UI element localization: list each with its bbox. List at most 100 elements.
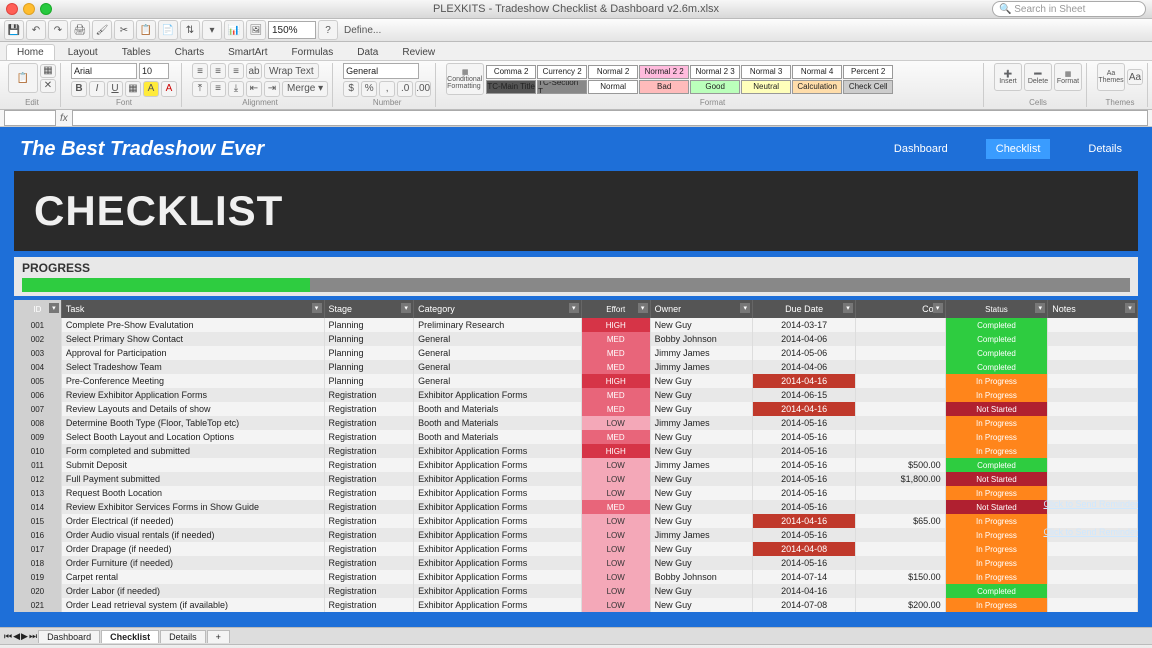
cell[interactable]: Review Layouts and Details of show <box>61 402 324 416</box>
cell[interactable] <box>855 542 945 556</box>
cell[interactable]: LOW <box>581 542 650 556</box>
cell[interactable]: Booth and Materials <box>414 416 582 430</box>
cell-style-swatch[interactable]: TC-Section T... <box>537 80 587 94</box>
cell[interactable]: New Guy <box>650 486 753 500</box>
filter-icon[interactable]: ▾ <box>202 20 222 40</box>
cell[interactable]: Approval for Participation <box>61 346 324 360</box>
cell[interactable]: Completed <box>945 360 1048 374</box>
cell[interactable]: Registration <box>324 430 414 444</box>
cell[interactable]: In Progress <box>945 430 1048 444</box>
number-format-input[interactable]: General <box>343 63 419 79</box>
cell[interactable]: Registration <box>324 486 414 500</box>
table-row[interactable]: 002Select Primary Show ContactPlanningGe… <box>14 332 1138 346</box>
nav-tab-dashboard[interactable]: Dashboard <box>884 139 958 159</box>
cell[interactable] <box>855 584 945 598</box>
cell[interactable]: 010 <box>14 444 61 458</box>
cell[interactable]: Preliminary Research <box>414 318 582 332</box>
cell[interactable]: Determine Booth Type (Floor, TableTop et… <box>61 416 324 430</box>
cell[interactable]: LOW <box>581 458 650 472</box>
cell[interactable]: In Progress <box>945 598 1048 612</box>
table-row[interactable]: 009Select Booth Layout and Location Opti… <box>14 430 1138 444</box>
conditional-formatting-button[interactable]: ▦Conditional Formatting <box>446 63 484 95</box>
cell[interactable]: Select Booth Layout and Location Options <box>61 430 324 444</box>
nav-tab-details[interactable]: Details <box>1078 139 1132 159</box>
cell[interactable]: Review Exhibitor Application Forms <box>61 388 324 402</box>
cell[interactable]: In Progress <box>945 374 1048 388</box>
column-header-notes[interactable]: Notes▾ <box>1048 300 1138 318</box>
table-row[interactable]: 014Review Exhibitor Services Forms in Sh… <box>14 500 1138 514</box>
sort-icon[interactable]: ⇅ <box>180 20 200 40</box>
table-row[interactable]: 017Order Drapage (if needed)Registration… <box>14 542 1138 556</box>
formula-input[interactable] <box>72 110 1148 126</box>
cell[interactable]: Jimmy James <box>650 360 753 374</box>
cell[interactable]: New Guy <box>650 318 753 332</box>
cell[interactable]: HIGH <box>581 318 650 332</box>
cell[interactable]: General <box>414 332 582 346</box>
column-header-cost[interactable]: Cost▾ <box>855 300 945 318</box>
cell[interactable]: Not Started <box>945 402 1048 416</box>
cell[interactable]: Booth and Materials <box>414 402 582 416</box>
cell[interactable]: New Guy <box>650 472 753 486</box>
cell[interactable]: Exhibitor Application Forms <box>414 556 582 570</box>
cell[interactable] <box>1048 318 1138 332</box>
cell[interactable]: 020 <box>14 584 61 598</box>
cell[interactable]: 2014-04-16 <box>753 514 856 528</box>
cell[interactable]: Registration <box>324 556 414 570</box>
cell[interactable]: Not Started <box>945 472 1048 486</box>
cell[interactable]: 021 <box>14 598 61 612</box>
cell[interactable]: $200.00 <box>855 598 945 612</box>
align-left-icon[interactable]: ≡ <box>192 63 208 79</box>
cell[interactable]: Jimmy James <box>650 458 753 472</box>
cell[interactable]: Submit Deposit <box>61 458 324 472</box>
underline-button[interactable]: U <box>107 81 123 97</box>
cell[interactable]: 019 <box>14 570 61 584</box>
cell[interactable] <box>855 360 945 374</box>
theme-colors-icon[interactable]: Aa <box>1127 69 1143 85</box>
table-row[interactable]: 016Order Audio visual rentals (if needed… <box>14 528 1138 542</box>
cell[interactable]: 015 <box>14 514 61 528</box>
redo-icon[interactable]: ↷ <box>48 20 68 40</box>
save-icon[interactable]: 💾 <box>4 20 24 40</box>
sheet-tab-checklist[interactable]: Checklist <box>101 630 159 643</box>
cell[interactable]: Order Lead retrieval system (if availabl… <box>61 598 324 612</box>
cell[interactable]: MED <box>581 430 650 444</box>
cell[interactable]: In Progress <box>945 514 1048 528</box>
cell[interactable]: Registration <box>324 472 414 486</box>
cell-style-swatch[interactable]: Normal 3 <box>741 65 791 79</box>
cell-style-swatch[interactable]: Normal 2 2 <box>639 65 689 79</box>
currency-icon[interactable]: $ <box>343 81 359 97</box>
cell[interactable] <box>1048 346 1138 360</box>
cell[interactable]: In Progress <box>945 542 1048 556</box>
font-size-input[interactable]: 10 <box>139 63 169 79</box>
format-button[interactable]: ▦Format <box>1054 63 1082 91</box>
dec-inc-icon[interactable]: .0 <box>397 81 413 97</box>
themes-button[interactable]: AaThemes <box>1097 63 1125 91</box>
cell[interactable]: Exhibitor Application Forms <box>414 570 582 584</box>
cell[interactable] <box>1048 584 1138 598</box>
cell[interactable]: Jimmy James <box>650 528 753 542</box>
cell[interactable]: 003 <box>14 346 61 360</box>
cell-style-swatch[interactable]: Neutral <box>741 80 791 94</box>
cell[interactable]: Planning <box>324 360 414 374</box>
cell[interactable]: 002 <box>14 332 61 346</box>
cell-style-swatch[interactable]: Comma 2 <box>486 65 536 79</box>
filter-dropdown-icon[interactable]: ▾ <box>933 303 943 313</box>
column-header-due-date[interactable]: Due Date▾ <box>753 300 856 318</box>
cell[interactable]: Form completed and submitted <box>61 444 324 458</box>
fill-icon[interactable]: ▦ <box>40 64 56 78</box>
zoom-input[interactable]: 150% <box>268 21 316 39</box>
table-row[interactable]: 006Review Exhibitor Application FormsReg… <box>14 388 1138 402</box>
table-row[interactable]: 021Order Lead retrieval system (if avail… <box>14 598 1138 612</box>
cell[interactable]: Registration <box>324 458 414 472</box>
cell[interactable]: 2014-06-15 <box>753 388 856 402</box>
cell[interactable]: New Guy <box>650 556 753 570</box>
cell-style-swatch[interactable]: Calculation <box>792 80 842 94</box>
cell-style-swatch[interactable]: Normal 4 <box>792 65 842 79</box>
cell[interactable]: 2014-05-16 <box>753 416 856 430</box>
table-row[interactable]: 012Full Payment submittedRegistrationExh… <box>14 472 1138 486</box>
cell[interactable]: New Guy <box>650 542 753 556</box>
cell[interactable]: New Guy <box>650 598 753 612</box>
ribbon-tab-charts[interactable]: Charts <box>164 44 215 60</box>
ribbon-tab-smartart[interactable]: SmartArt <box>217 44 278 60</box>
cell[interactable]: 018 <box>14 556 61 570</box>
